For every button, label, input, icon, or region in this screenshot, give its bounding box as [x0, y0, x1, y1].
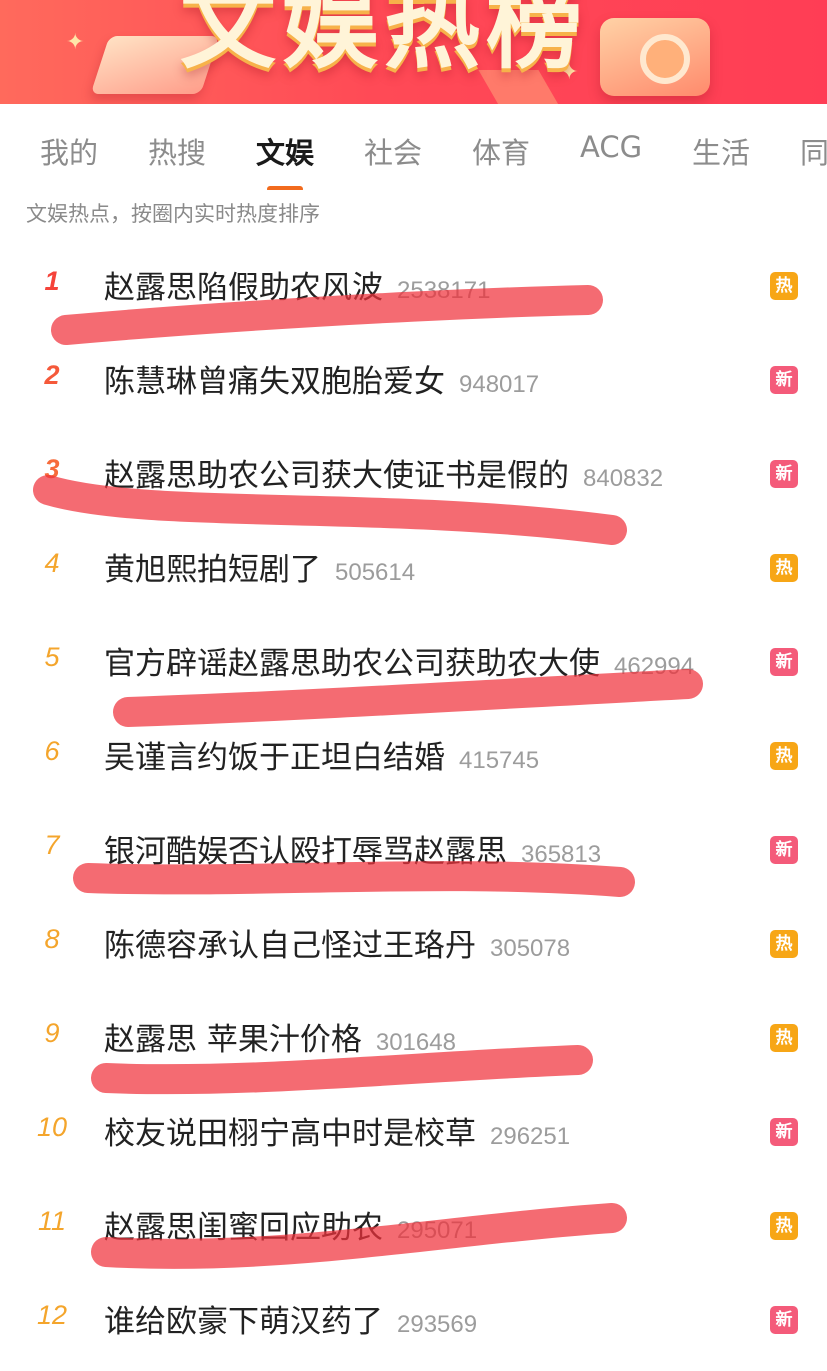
item-title[interactable]: 赵露思 苹果汁价格 [104, 1022, 362, 1058]
item-title[interactable]: 陈慧琳曾痛失双胞胎爱女 [104, 364, 445, 400]
heat-count: 462994 [614, 653, 695, 680]
item-title-line: 赵露思陷假助农风波 2538171 [104, 262, 490, 307]
new-badge: 新 [770, 836, 798, 864]
heat-count: 415745 [459, 747, 540, 774]
list-item[interactable]: 6 吴谨言约饭于正坦白结婚 415745 热 [0, 710, 827, 804]
list-item[interactable]: 1 赵露思陷假助农风波 2538171 热 [0, 240, 827, 334]
list-item[interactable]: 9 赵露思 苹果汁价格 301648 热 [0, 992, 827, 1086]
item-title[interactable]: 银河酷娱否认殴打辱骂赵露思 [104, 834, 507, 870]
rank-number: 12 [36, 1300, 68, 1330]
hot-badge: 热 [770, 272, 798, 300]
new-badge: 新 [770, 1118, 798, 1146]
tab-7[interactable]: 同 [800, 104, 827, 172]
tab-5[interactable]: ACG [580, 104, 642, 164]
tab-0[interactable]: 我的 [40, 104, 98, 172]
rank-number: 8 [44, 924, 60, 954]
tab-4[interactable]: 体育 [472, 104, 530, 172]
hot-badge: 热 [770, 1024, 798, 1052]
tab-3[interactable]: 社会 [364, 104, 422, 172]
list-item[interactable]: 2 陈慧琳曾痛失双胞胎爱女 948017 新 [0, 334, 827, 428]
list-item[interactable]: 5 官方辟谣赵露思助农公司获助农大使 462994 新 [0, 616, 827, 710]
item-title-line: 谁给欧豪下萌汉药了 293569 [104, 1296, 477, 1341]
tab-label: 我的 [40, 136, 99, 170]
rank-number: 11 [37, 1206, 67, 1236]
hot-list-banner: ✦ ✦ 文娱热榜 [0, 0, 827, 104]
heat-count: 365813 [521, 841, 602, 868]
tab-1[interactable]: 热搜 [148, 104, 206, 172]
rank-number: 6 [44, 736, 60, 766]
item-title-line: 银河酷娱否认殴打辱骂赵露思 365813 [104, 826, 601, 871]
list-item[interactable]: 11 赵露思闺蜜回应助农 295071 热 [0, 1180, 827, 1274]
hot-badge: 热 [770, 742, 798, 770]
item-title-line: 官方辟谣赵露思助农公司获助农大使 462994 [104, 638, 694, 683]
new-badge: 新 [770, 648, 798, 676]
item-title[interactable]: 陈德容承认自己怪过王珞丹 [104, 928, 476, 964]
item-title-line: 黄旭熙拍短剧了 505614 [104, 544, 415, 589]
item-title-line: 校友说田栩宁高中时是校草 296251 [104, 1108, 570, 1153]
tab-label: ACG [580, 130, 643, 164]
list-item[interactable]: 4 黄旭熙拍短剧了 505614 热 [0, 522, 827, 616]
item-title[interactable]: 黄旭熙拍短剧了 [104, 552, 321, 588]
heat-count: 301648 [375, 1029, 456, 1056]
heat-count: 2538171 [397, 277, 491, 304]
rank-number: 9 [44, 1018, 60, 1048]
item-title[interactable]: 赵露思助农公司获大使证书是假的 [104, 458, 569, 494]
sparkle-icon: ✦ [66, 30, 85, 55]
tab-label: 热搜 [148, 136, 207, 170]
tab-6[interactable]: 生活 [692, 104, 750, 172]
category-tabs: 我的 热搜 文娱 社会 体育 ACG 生活 同 [0, 104, 827, 190]
list-item[interactable]: 10 校友说田栩宁高中时是校草 296251 新 [0, 1086, 827, 1180]
item-title-line: 赵露思 苹果汁价格 301648 [104, 1014, 456, 1059]
item-title[interactable]: 官方辟谣赵露思助农公司获助农大使 [104, 646, 600, 682]
item-title[interactable]: 校友说田栩宁高中时是校草 [104, 1116, 476, 1152]
list-item[interactable]: 12 谁给欧豪下萌汉药了 293569 新 [0, 1274, 827, 1368]
item-title-line: 赵露思闺蜜回应助农 295071 [104, 1202, 477, 1247]
active-tab-indicator [267, 186, 303, 190]
banner-title: 文娱热榜 [180, 0, 588, 82]
list-subtitle: 文娱热点，按圈内实时热度排序 [26, 202, 320, 226]
rank-number: 1 [44, 266, 60, 296]
tab-label: 体育 [472, 136, 531, 170]
new-badge: 新 [770, 460, 798, 488]
tab-2[interactable]: 文娱 [256, 104, 315, 190]
rank-number: 3 [44, 454, 60, 484]
heat-count: 505614 [335, 559, 416, 586]
item-title[interactable]: 赵露思闺蜜回应助农 [104, 1210, 383, 1246]
hot-badge: 热 [770, 554, 798, 582]
tab-label: 生活 [692, 136, 751, 170]
item-title-line: 吴谨言约饭于正坦白结婚 415745 [104, 732, 539, 777]
heat-count: 293569 [397, 1311, 478, 1338]
new-badge: 新 [770, 1306, 798, 1334]
heat-count: 840832 [583, 465, 664, 492]
new-badge: 新 [770, 366, 798, 394]
rank-number: 4 [44, 548, 60, 578]
rank-number: 7 [44, 830, 60, 860]
tab-label: 社会 [364, 136, 423, 170]
list-item[interactable]: 3 赵露思助农公司获大使证书是假的 840832 新 [0, 428, 827, 522]
tab-label: 同 [800, 136, 827, 170]
tab-label: 文娱 [256, 136, 315, 170]
item-title-line: 赵露思助农公司获大使证书是假的 840832 [104, 450, 663, 495]
list-item[interactable]: 8 陈德容承认自己怪过王珞丹 305078 热 [0, 898, 827, 992]
camera-illustration [600, 18, 710, 96]
rank-number: 10 [36, 1112, 68, 1142]
rank-number: 5 [44, 642, 60, 672]
heat-count: 305078 [490, 935, 571, 962]
item-title[interactable]: 谁给欧豪下萌汉药了 [104, 1304, 383, 1340]
hot-search-list: 1 赵露思陷假助农风波 2538171 热 2 陈慧琳曾痛失双胞胎爱女 948017 新 3 赵露… [0, 240, 827, 1368]
heat-count: 296251 [490, 1123, 571, 1150]
item-title[interactable]: 赵露思陷假助农风波 [104, 270, 383, 306]
item-title-line: 陈慧琳曾痛失双胞胎爱女 948017 [104, 356, 539, 401]
heat-count: 295071 [397, 1217, 478, 1244]
hot-badge: 热 [770, 1212, 798, 1240]
list-item[interactable]: 7 银河酷娱否认殴打辱骂赵露思 365813 新 [0, 804, 827, 898]
item-title[interactable]: 吴谨言约饭于正坦白结婚 [104, 740, 445, 776]
item-title-line: 陈德容承认自己怪过王珞丹 305078 [104, 920, 570, 965]
rank-number: 2 [44, 360, 60, 390]
heat-count: 948017 [459, 371, 540, 398]
hot-badge: 热 [770, 930, 798, 958]
